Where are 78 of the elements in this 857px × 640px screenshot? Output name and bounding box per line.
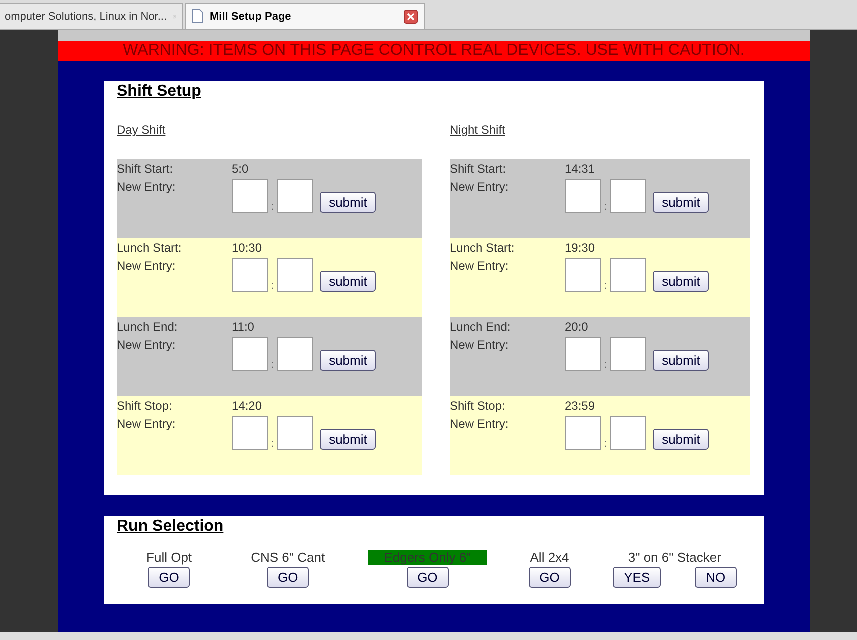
run-label: CNS 6" Cant xyxy=(250,550,326,565)
hour-field[interactable] xyxy=(565,337,601,371)
run-label: Edgers Only 6" xyxy=(368,550,488,565)
browser-tab[interactable]: omputer Solutions, Linux in Nor... xyxy=(0,3,183,29)
browser-tab[interactable]: Mill Setup Page xyxy=(185,3,425,29)
hour-field[interactable] xyxy=(565,416,601,450)
minute-field[interactable] xyxy=(277,258,314,292)
entry-label: New Entry: xyxy=(117,180,176,194)
entry-label: New Entry: xyxy=(450,338,509,352)
time-value: 19:30 xyxy=(565,241,596,255)
hour-field[interactable] xyxy=(565,258,601,292)
hour-field[interactable] xyxy=(232,179,268,213)
time-label: Shift Start: xyxy=(117,162,174,176)
submit-button[interactable]: submit xyxy=(653,429,710,450)
warning-banner: WARNING: ITEMS ON THIS PAGE CONTROL REAL DEVICES. USE WITH CAUTION. xyxy=(58,41,810,61)
submit-button[interactable]: submit xyxy=(320,429,376,450)
time-label: Shift Stop: xyxy=(450,399,506,413)
entry-label: New Entry: xyxy=(117,338,176,352)
run-button[interactable]: GO xyxy=(267,567,310,588)
shift-heading: Day Shift xyxy=(117,123,166,137)
entry-label: New Entry: xyxy=(117,417,176,431)
hour-field[interactable] xyxy=(565,179,601,213)
time-value: 20:0 xyxy=(565,320,588,334)
shift-heading: Night Shift xyxy=(450,123,506,137)
submit-button[interactable]: submit xyxy=(320,271,376,292)
submit-button[interactable]: submit xyxy=(653,192,710,213)
time-label: Shift Stop: xyxy=(117,399,172,413)
minute-field[interactable] xyxy=(277,179,314,213)
time-value: 14:31 xyxy=(565,162,596,176)
time-value: 11:0 xyxy=(232,320,254,334)
page-icon xyxy=(192,9,204,24)
time-label: Lunch End: xyxy=(450,320,511,334)
time-value: 14:20 xyxy=(232,399,262,413)
entry-label: New Entry: xyxy=(450,180,509,194)
entry-label: New Entry: xyxy=(450,259,509,273)
run-button[interactable]: YES xyxy=(613,567,662,588)
separator: : xyxy=(604,201,608,213)
run-button[interactable]: GO xyxy=(528,567,571,588)
submit-button[interactable]: submit xyxy=(320,192,376,213)
time-value: 23:59 xyxy=(565,399,596,413)
submit-button[interactable]: submit xyxy=(653,271,710,292)
separator: : xyxy=(271,280,274,292)
separator: : xyxy=(604,438,608,450)
minute-field[interactable] xyxy=(277,416,314,450)
run-label: All 2x4 xyxy=(529,550,570,565)
time-value: 5:0 xyxy=(232,162,249,176)
tab-title: Mill Setup Page xyxy=(210,10,292,22)
entry-label: New Entry: xyxy=(117,259,176,273)
hour-field[interactable] xyxy=(232,337,268,371)
separator: : xyxy=(604,280,608,292)
time-value: 10:30 xyxy=(232,241,262,255)
run-button[interactable]: NO xyxy=(695,567,737,588)
section-title: Run Selection xyxy=(117,518,224,536)
close-icon[interactable] xyxy=(404,10,418,24)
run-label: 3" on 6" Stacker xyxy=(627,550,722,565)
minute-field[interactable] xyxy=(610,258,646,292)
section-title: Shift Setup xyxy=(117,83,202,101)
time-label: Shift Start: xyxy=(450,162,506,176)
separator: : xyxy=(271,359,274,371)
minute-field[interactable] xyxy=(610,179,646,213)
tab-title: omputer Solutions, Linux in Nor... xyxy=(5,10,168,22)
run-label: Full Opt xyxy=(146,550,194,565)
separator: : xyxy=(271,438,274,450)
separator: : xyxy=(271,201,274,213)
run-button[interactable]: GO xyxy=(148,567,190,588)
minute-field[interactable] xyxy=(277,337,314,371)
time-label: Lunch Start: xyxy=(450,241,515,255)
time-label: Lunch End: xyxy=(117,320,178,334)
minute-field[interactable] xyxy=(610,416,646,450)
run-button[interactable]: GO xyxy=(406,567,449,588)
entry-label: New Entry: xyxy=(450,417,509,431)
hour-field[interactable] xyxy=(232,416,268,450)
time-label: Lunch Start: xyxy=(117,241,182,255)
submit-button[interactable]: submit xyxy=(653,350,710,371)
minute-field[interactable] xyxy=(610,337,646,371)
submit-button[interactable]: submit xyxy=(320,350,376,371)
hour-field[interactable] xyxy=(232,258,268,292)
separator: : xyxy=(604,359,608,371)
